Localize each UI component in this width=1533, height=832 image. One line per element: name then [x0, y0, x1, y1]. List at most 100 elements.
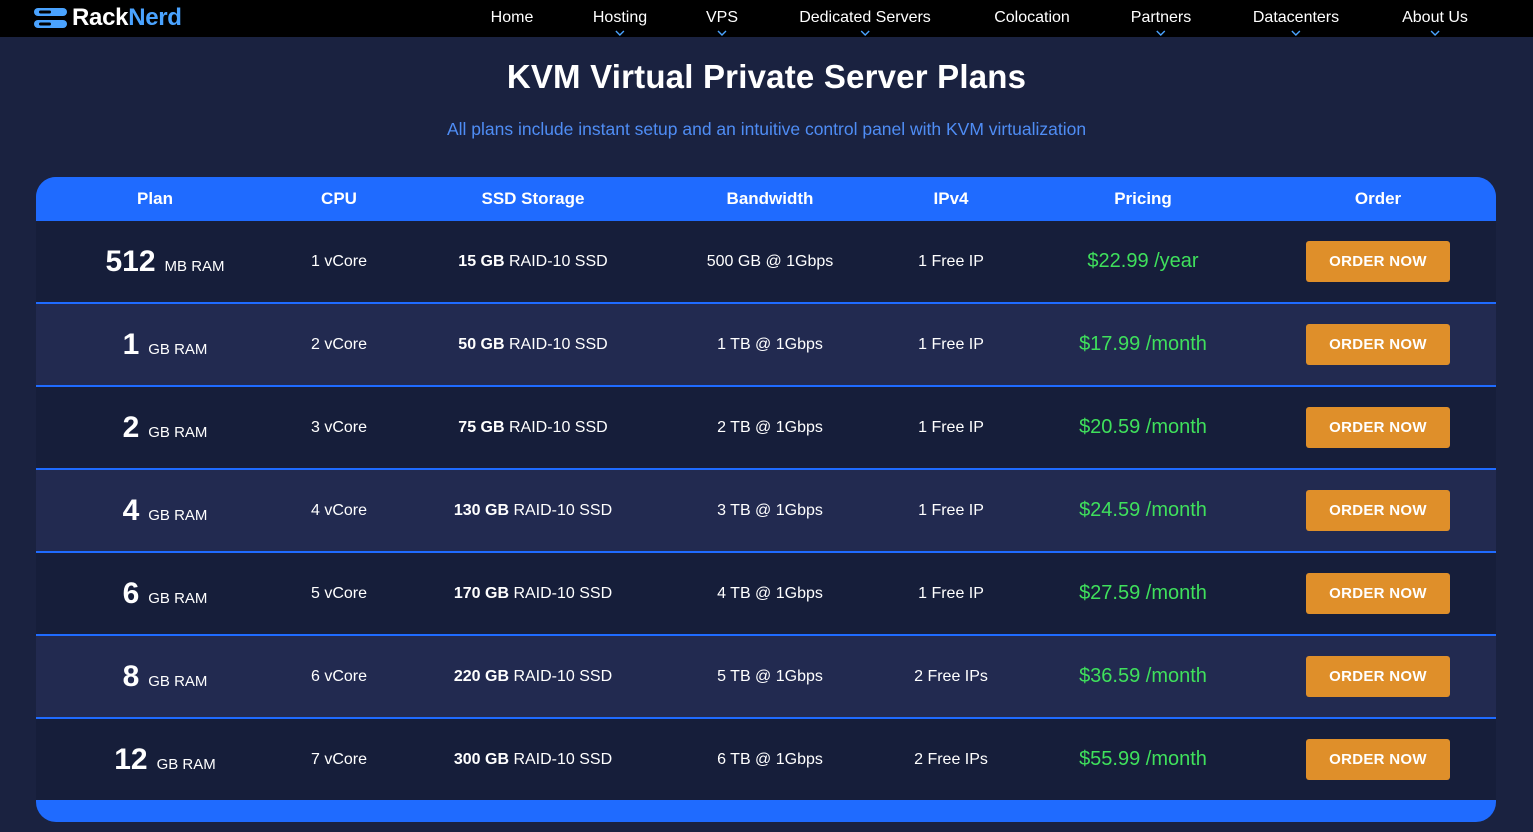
plan-ram-unit: GB RAM	[148, 424, 208, 441]
cpu-cell: 6 vCore	[310, 668, 368, 685]
plan-ram-unit: GB RAM	[148, 590, 208, 607]
ipv4-cell: 1 Free IP	[918, 585, 984, 602]
header-order: Order	[1354, 189, 1402, 208]
nav-about-us[interactable]: About Us	[1402, 0, 1468, 37]
order-now-button[interactable]: ORDER NOW	[1306, 739, 1450, 780]
table-row: 512 MB RAM 1 vCore 15 GB RAID-10 SSD 500 …	[36, 221, 1496, 302]
plan-ram-unit: MB RAM	[164, 258, 225, 275]
header-plan: Plan	[137, 189, 173, 208]
cpu-cell: 2 vCore	[310, 336, 368, 353]
storage-type: RAID-10 SSD	[513, 668, 613, 685]
cpu-cell: 4 vCore	[310, 502, 368, 519]
plan-ram-amount: 2	[122, 411, 140, 444]
table-header-row: Plan CPU SSD Storage Bandwidth IPv4 Pric…	[36, 177, 1496, 221]
plan-ram-unit: GB RAM	[148, 673, 208, 690]
price-cell: $27.59 /month	[1079, 582, 1207, 604]
order-now-button[interactable]: ORDER NOW	[1306, 324, 1450, 365]
ipv4-cell: 1 Free IP	[918, 419, 984, 436]
chevron-down-icon	[860, 30, 870, 36]
nav-hosting-label: Hosting	[592, 9, 648, 26]
storage-size: 50 GB	[458, 336, 505, 353]
nav-home[interactable]: Home	[491, 0, 534, 37]
storage-size: 220 GB	[453, 668, 509, 685]
price-cell: $22.99 /year	[1087, 250, 1199, 272]
bandwidth-cell: 1 TB @ 1Gbps	[717, 336, 823, 353]
header-ipv4: IPv4	[933, 189, 969, 208]
plan-cell: 12 GB RAM	[114, 719, 216, 800]
pricing-table: Plan CPU SSD Storage Bandwidth IPv4 Pric…	[36, 177, 1496, 822]
header-bandwidth: Bandwidth	[726, 189, 814, 208]
plan-cell: 512 MB RAM	[105, 221, 224, 302]
table-row: 6 GB RAM 5 vCore 170 GB RAID-10 SSD 4 TB …	[36, 553, 1496, 634]
storage-cell: 170 GB RAID-10 SSD	[454, 553, 612, 634]
nav-dedicated-servers-label: Dedicated Servers	[799, 9, 931, 26]
storage-type: RAID-10 SSD	[513, 751, 613, 768]
ipv4-cell: 1 Free IP	[918, 253, 984, 270]
brand-name-part1: Rack	[72, 4, 129, 31]
table-row: 12 GB RAM 7 vCore 300 GB RAID-10 SSD 6 TB…	[36, 719, 1496, 800]
cpu-cell: 7 vCore	[310, 751, 368, 768]
racknerd-logo[interactable]: RackNerd	[34, 5, 182, 31]
order-now-button[interactable]: ORDER NOW	[1306, 490, 1450, 531]
bandwidth-cell: 4 TB @ 1Gbps	[717, 585, 823, 602]
storage-size: 170 GB	[453, 585, 509, 602]
order-now-button[interactable]: ORDER NOW	[1306, 407, 1450, 448]
bandwidth-cell: 6 TB @ 1Gbps	[717, 751, 823, 768]
storage-size: 300 GB	[453, 751, 509, 768]
storage-cell: 15 GB RAID-10 SSD	[458, 221, 607, 302]
server-stack-icon	[34, 8, 67, 28]
storage-type: RAID-10 SSD	[513, 585, 613, 602]
nav-partners[interactable]: Partners	[1131, 0, 1191, 37]
price-cell: $24.59 /month	[1079, 499, 1207, 521]
ipv4-cell: 2 Free IPs	[914, 751, 988, 768]
nav-vps-label: VPS	[705, 9, 739, 26]
nav-vps[interactable]: VPS	[706, 0, 738, 37]
bandwidth-cell: 2 TB @ 1Gbps	[717, 419, 823, 436]
order-now-button[interactable]: ORDER NOW	[1306, 573, 1450, 614]
plan-cell: 4 GB RAM	[123, 470, 208, 551]
storage-cell: 75 GB RAID-10 SSD	[458, 387, 607, 468]
storage-type: RAID-10 SSD	[509, 419, 608, 436]
storage-cell: 300 GB RAID-10 SSD	[454, 719, 612, 800]
nav-dedicated-servers[interactable]: Dedicated Servers	[799, 0, 931, 37]
plan-ram-unit: GB RAM	[156, 756, 216, 773]
order-now-button[interactable]: ORDER NOW	[1306, 656, 1450, 697]
brand-name: RackNerd	[72, 5, 182, 31]
plan-ram-amount: 12	[114, 743, 148, 776]
plan-cell: 2 GB RAM	[123, 387, 208, 468]
storage-type: RAID-10 SSD	[509, 253, 608, 270]
price-cell: $36.59 /month	[1079, 665, 1207, 687]
table-row: 8 GB RAM 6 vCore 220 GB RAID-10 SSD 5 TB …	[36, 636, 1496, 717]
nav-about-us-label: About Us	[1402, 9, 1468, 26]
plan-ram-amount: 8	[122, 660, 140, 693]
plan-ram-unit: GB RAM	[148, 341, 208, 358]
chevron-down-icon	[615, 30, 625, 36]
ipv4-cell: 1 Free IP	[918, 336, 984, 353]
chevron-down-icon	[717, 30, 727, 36]
ipv4-cell: 1 Free IP	[918, 502, 984, 519]
bandwidth-cell: 3 TB @ 1Gbps	[717, 502, 823, 519]
nav-home-label: Home	[490, 9, 534, 26]
order-now-button[interactable]: ORDER NOW	[1306, 241, 1450, 282]
nav-colocation-label: Colocation	[994, 9, 1070, 26]
nav-hosting[interactable]: Hosting	[593, 0, 647, 37]
nav-datacenters[interactable]: Datacenters	[1253, 0, 1339, 37]
nav-partners-label: Partners	[1130, 9, 1192, 26]
chevron-down-icon	[1156, 30, 1166, 36]
nav-colocation[interactable]: Colocation	[994, 0, 1070, 37]
storage-size: 130 GB	[453, 502, 509, 519]
cpu-cell: 3 vCore	[310, 419, 368, 436]
price-cell: $17.99 /month	[1079, 333, 1207, 355]
plan-ram-amount: 4	[122, 494, 140, 527]
ipv4-cell: 2 Free IPs	[914, 668, 988, 685]
table-row: 4 GB RAM 4 vCore 130 GB RAID-10 SSD 3 TB …	[36, 470, 1496, 551]
chevron-down-icon	[1430, 30, 1440, 36]
storage-cell: 220 GB RAID-10 SSD	[454, 636, 612, 717]
storage-cell: 130 GB RAID-10 SSD	[454, 470, 612, 551]
header-pricing: Pricing	[1114, 189, 1172, 208]
storage-size: 75 GB	[458, 419, 505, 436]
price-cell: $20.59 /month	[1079, 416, 1207, 438]
bandwidth-cell: 5 TB @ 1Gbps	[717, 668, 823, 685]
cpu-cell: 1 vCore	[310, 253, 368, 270]
plan-ram-amount: 1	[122, 328, 140, 361]
